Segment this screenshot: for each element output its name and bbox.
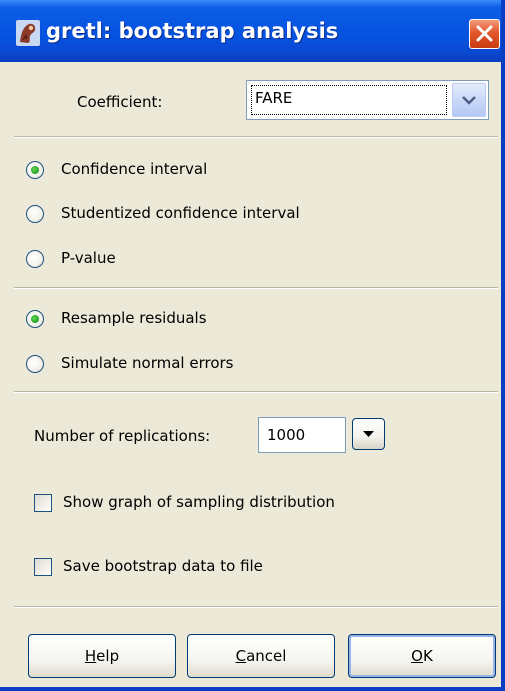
close-button[interactable] [469, 19, 500, 49]
help-mnemonic: H [84, 647, 97, 665]
cancel-label-rest: ancel [246, 647, 287, 665]
coefficient-label: Coefficient: [77, 93, 163, 111]
ok-button[interactable]: OK [348, 634, 496, 678]
cancel-button[interactable]: Cancel [187, 634, 335, 678]
close-icon [476, 25, 493, 42]
save-bootstrap-checkbox[interactable] [34, 558, 52, 576]
separator [14, 287, 498, 289]
separator [14, 606, 498, 608]
separator [14, 391, 498, 393]
replications-label: Number of replications: [34, 427, 211, 445]
coefficient-selected-value: FARE [251, 85, 447, 115]
resample-residuals-label[interactable]: Resample residuals [61, 309, 207, 327]
help-button[interactable]: Help [28, 634, 176, 678]
cancel-mnemonic: C [235, 647, 247, 665]
title-bar[interactable]: gretl: bootstrap analysis [0, 0, 501, 62]
window-title: gretl: bootstrap analysis [46, 19, 339, 43]
help-label-rest: elp [96, 647, 120, 665]
p-value-label[interactable]: P-value [61, 249, 116, 267]
coefficient-combobox[interactable]: FARE [246, 80, 489, 120]
ok-label-rest: K [422, 647, 433, 665]
radio-resample-residuals[interactable] [26, 310, 44, 328]
ok-mnemonic: O [411, 647, 423, 665]
separator [14, 136, 498, 138]
simulate-normal-errors-label[interactable]: Simulate normal errors [61, 354, 234, 372]
triangle-down-icon [363, 431, 374, 437]
show-graph-label[interactable]: Show graph of sampling distribution [63, 493, 335, 511]
chevron-down-icon [462, 96, 476, 105]
save-bootstrap-label[interactable]: Save bootstrap data to file [63, 557, 263, 575]
radio-simulate-normal-errors[interactable] [26, 355, 44, 373]
replications-dropdown-button[interactable] [352, 418, 385, 450]
show-graph-checkbox[interactable] [34, 494, 52, 512]
combobox-dropdown-button[interactable] [452, 83, 486, 117]
radio-p-value[interactable] [26, 250, 44, 268]
replications-input[interactable]: 1000 [258, 417, 346, 453]
studentized-confidence-interval-label[interactable]: Studentized confidence interval [61, 204, 300, 222]
bootstrap-dialog: gretl: bootstrap analysis Coefficient: F… [0, 0, 505, 691]
gretl-icon [16, 20, 40, 46]
radio-confidence-interval[interactable] [26, 161, 44, 179]
confidence-interval-label[interactable]: Confidence interval [61, 160, 207, 178]
radio-studentized-confidence-interval[interactable] [26, 205, 44, 223]
